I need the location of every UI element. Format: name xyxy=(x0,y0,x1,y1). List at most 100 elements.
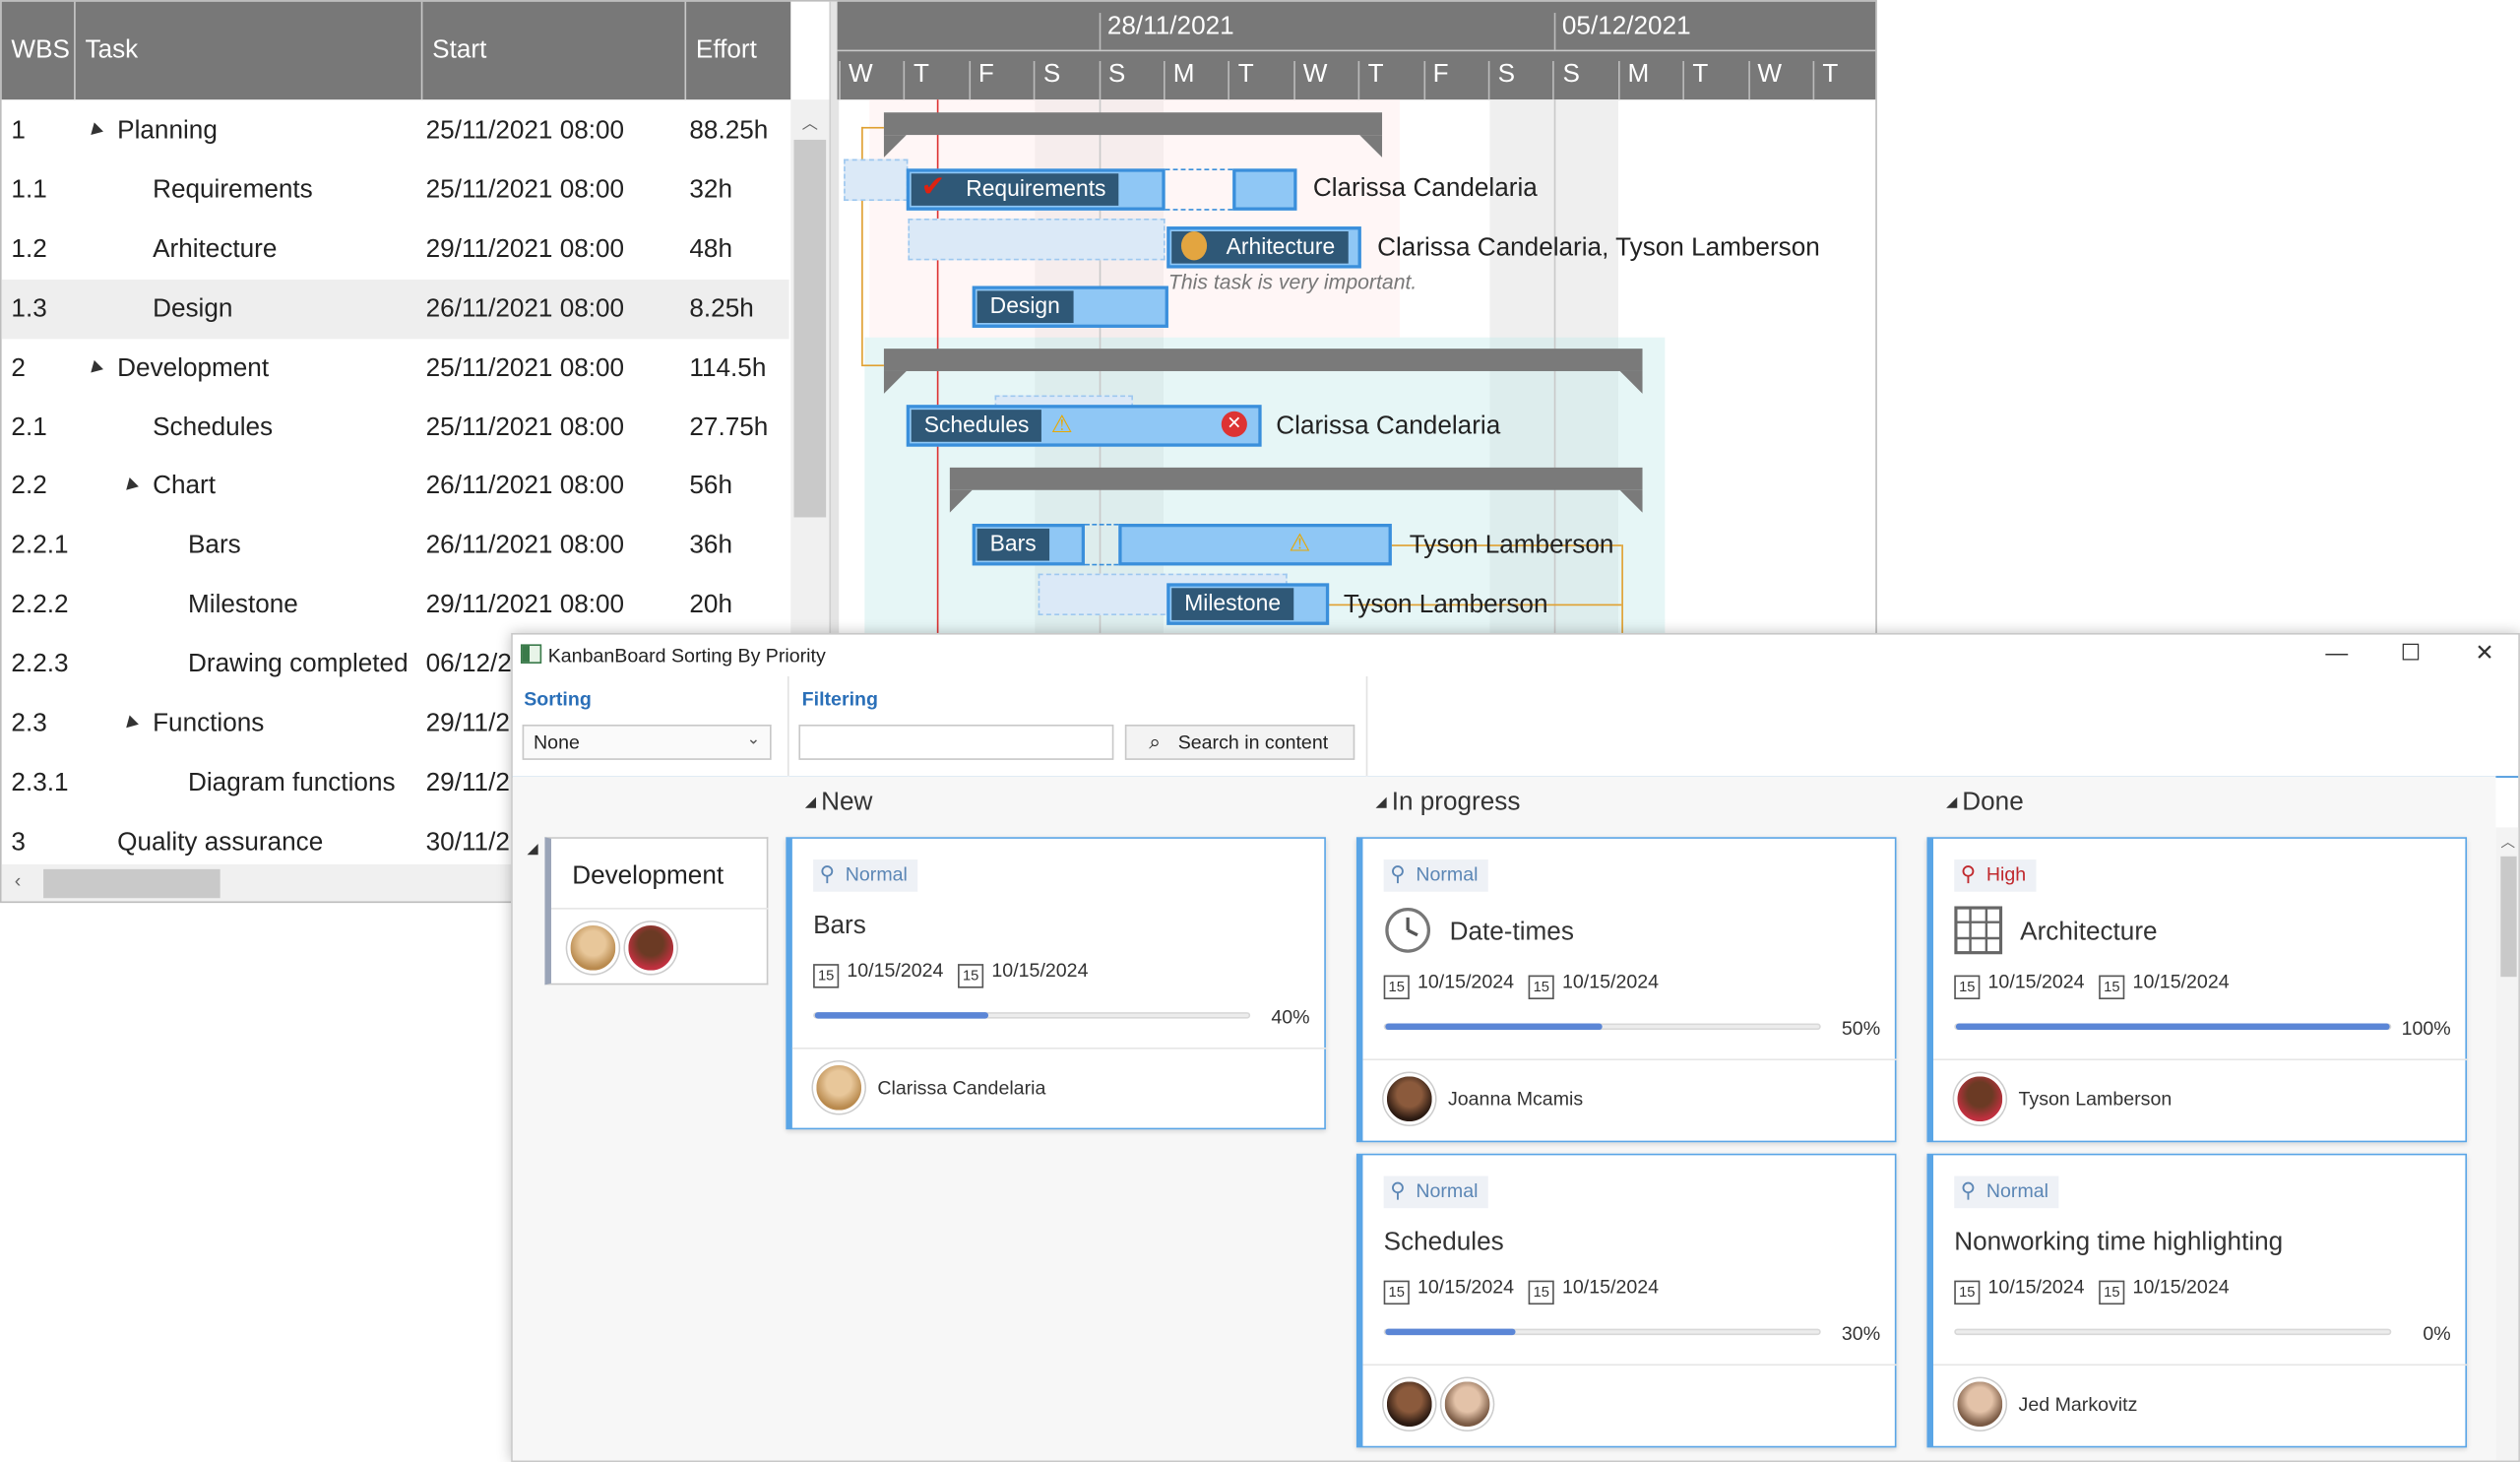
expand-arrow-icon[interactable] xyxy=(86,359,103,377)
effort-cell: 36h xyxy=(689,532,732,560)
scroll-up-icon[interactable]: ︿ xyxy=(802,109,818,133)
day-label: F xyxy=(1422,61,1488,100)
column-header-in-progress[interactable]: ◢ In progress xyxy=(1376,789,1521,817)
kanban-card[interactable]: ⚲ Normal Nonworking time highlighting 15 1… xyxy=(1926,1153,2468,1448)
kanban-card[interactable]: ⚲ Normal Schedules 15 10/15/2024 15 10/15/20… xyxy=(1355,1153,1897,1448)
effort-cell: 20h xyxy=(689,591,732,619)
grid-row[interactable]: 2.2.2 Milestone 29/11/2021 08:00 20h xyxy=(2,576,789,635)
grid-row[interactable]: 1 Planning 25/11/2021 08:00 88.25h xyxy=(2,101,789,160)
task-name: Functions xyxy=(153,710,265,738)
window-title-bar[interactable]: KanbanBoard Sorting By Priority — ☐ ✕ xyxy=(513,635,2518,676)
calendar-icon: 15 xyxy=(1528,975,1554,1000)
column-header-start[interactable]: Start xyxy=(422,1,687,100)
task-bar-requirements[interactable]: ✔ Requirements xyxy=(906,168,1166,211)
grid-header: WBS Task Start Effort xyxy=(1,1,791,100)
task-bar-design[interactable]: Design xyxy=(972,286,1168,328)
close-button[interactable]: ✕ xyxy=(2461,639,2509,671)
calendar-icon: 15 xyxy=(1528,1280,1554,1305)
pin-icon: ⚲ xyxy=(1390,860,1406,886)
expand-arrow-icon[interactable] xyxy=(121,477,139,495)
kanban-card[interactable]: ⚲ Normal Bars 15 10/15/2024 15 10/15/2024 40… xyxy=(786,837,1326,1130)
grid-row[interactable]: 2.1 Schedules 25/11/2021 08:00 27.75h xyxy=(2,398,789,457)
column-header-task[interactable]: Task xyxy=(76,1,423,100)
warning-icon: ⚠ xyxy=(1289,530,1311,558)
task-note: This task is very important. xyxy=(1167,270,1418,294)
task-name: Design xyxy=(153,294,233,323)
card-title: Bars xyxy=(813,912,866,940)
kanban-card[interactable]: ⚲ High Architecture 15 10/15/2024 15 10/15/2… xyxy=(1926,837,2468,1143)
swimlane-collapse-icon[interactable]: ◢ xyxy=(527,840,537,858)
day-label: T xyxy=(1682,61,1748,100)
kanban-card[interactable]: ⚲ Normal Date-times 15 10/15/2024 15 10/15/2… xyxy=(1355,837,1897,1143)
summary-bar-planning[interactable] xyxy=(883,112,1383,158)
column-header-done[interactable]: ◢ Done xyxy=(1946,789,2024,817)
grid-row[interactable]: 2.2.1 Bars 26/11/2021 08:00 36h xyxy=(2,516,789,575)
filter-input[interactable] xyxy=(798,724,1114,760)
start-cell: 06/12/2 xyxy=(425,651,512,678)
expand-arrow-icon[interactable] xyxy=(86,122,103,140)
task-name: Milestone xyxy=(188,591,298,619)
kanban-window: KanbanBoard Sorting By Priority — ☐ ✕ So… xyxy=(511,632,2520,1462)
pin-icon: ⚲ xyxy=(1960,860,1977,886)
progress-bar xyxy=(1383,1023,1821,1031)
task-bar-bars-part[interactable]: ⚠ xyxy=(1118,523,1392,566)
wbs-cell: 3 xyxy=(11,828,26,857)
column-header-wbs[interactable]: WBS xyxy=(2,1,76,100)
task-bar-arhitecture[interactable]: Arhitecture xyxy=(1166,226,1361,269)
task-bar-schedules[interactable]: Schedules ⚠ ✕ xyxy=(906,405,1262,447)
priority-badge: ⚲ High xyxy=(1954,859,2036,892)
search-in-content-button[interactable]: ⌕ Search in content xyxy=(1124,724,1355,760)
grid-row[interactable]: 1.1 Requirements 25/11/2021 08:00 32h xyxy=(2,160,789,220)
start-cell: 26/11/2021 08:00 xyxy=(425,473,625,501)
grid-row[interactable]: 2 Development 25/11/2021 08:00 114.5h xyxy=(2,339,789,398)
minimize-button[interactable]: — xyxy=(2312,639,2361,671)
grid-row[interactable]: 1.3 Design 26/11/2021 08:00 8.25h xyxy=(1,279,789,339)
task-bar-bars[interactable]: Bars xyxy=(972,523,1086,566)
task-name: Development xyxy=(117,353,270,382)
summary-bar-chart[interactable] xyxy=(949,467,1643,513)
pin-icon: ⚲ xyxy=(1960,1177,1977,1202)
scroll-up-icon[interactable]: ︿ xyxy=(2500,831,2515,852)
effort-cell: 48h xyxy=(689,235,732,264)
task-cell: Chart xyxy=(121,473,216,501)
maximize-button[interactable]: ☐ xyxy=(2386,639,2434,671)
swimlane-header-development[interactable]: Development xyxy=(544,837,769,985)
task-cell: Requirements xyxy=(153,176,313,205)
card-title: Date-times xyxy=(1449,919,1574,947)
task-bar-requirements-part[interactable] xyxy=(1232,168,1297,211)
task-cell: Quality assurance xyxy=(117,829,323,858)
wbs-cell: 1.2 xyxy=(11,235,47,264)
card-dates: 15 10/15/2024 15 10/15/2024 xyxy=(1954,1276,2230,1305)
column-header-new[interactable]: ◢ New xyxy=(805,789,872,817)
card-title: Architecture xyxy=(2020,919,2158,947)
grid-horizontal-scroll-thumb[interactable] xyxy=(43,868,220,899)
column-header-effort[interactable]: Effort xyxy=(686,2,790,100)
summary-bar-development[interactable] xyxy=(883,349,1643,394)
sorting-dropdown[interactable]: None ⌄ xyxy=(522,724,772,760)
collapse-icon: ◢ xyxy=(1375,794,1387,810)
sorting-label: Sorting xyxy=(524,687,592,711)
expand-arrow-icon[interactable] xyxy=(121,715,139,732)
screen: WBS Task Start Effort 1 Planning 25/11/202… xyxy=(0,0,2520,1462)
task-cell: Arhitecture xyxy=(153,236,277,265)
board-vertical-scrollbar[interactable]: ︿ xyxy=(2495,827,2519,1461)
task-assignment: Tyson Lamberson xyxy=(1343,591,1548,619)
calendar-icon: 15 xyxy=(958,964,984,988)
board-vertical-scroll-thumb[interactable] xyxy=(2500,856,2517,978)
grid-row[interactable]: 1.2 Arhitecture 29/11/2021 08:00 48h xyxy=(2,220,789,279)
day-label: W xyxy=(1292,61,1358,100)
task-cell: Design xyxy=(153,295,232,324)
swimlane-name: Development xyxy=(572,862,724,891)
grid-row[interactable]: 2.2 Chart 26/11/2021 08:00 56h xyxy=(2,457,789,516)
task-bar-interruption xyxy=(1165,168,1233,211)
effort-cell: 56h xyxy=(689,473,732,501)
day-label: T xyxy=(1357,61,1423,100)
avatar xyxy=(1954,1073,2006,1125)
scroll-left-icon[interactable]: ‹ xyxy=(15,869,22,892)
sorting-value: None xyxy=(534,731,580,754)
grid-vertical-scroll-thumb[interactable] xyxy=(793,139,827,518)
task-bar-milestone[interactable]: Milestone xyxy=(1166,583,1330,625)
baseline-bar xyxy=(844,159,909,201)
toolbar: Sorting None ⌄ Filtering ⌕ Search in con… xyxy=(512,676,2519,778)
check-icon: ✔ xyxy=(920,169,946,203)
